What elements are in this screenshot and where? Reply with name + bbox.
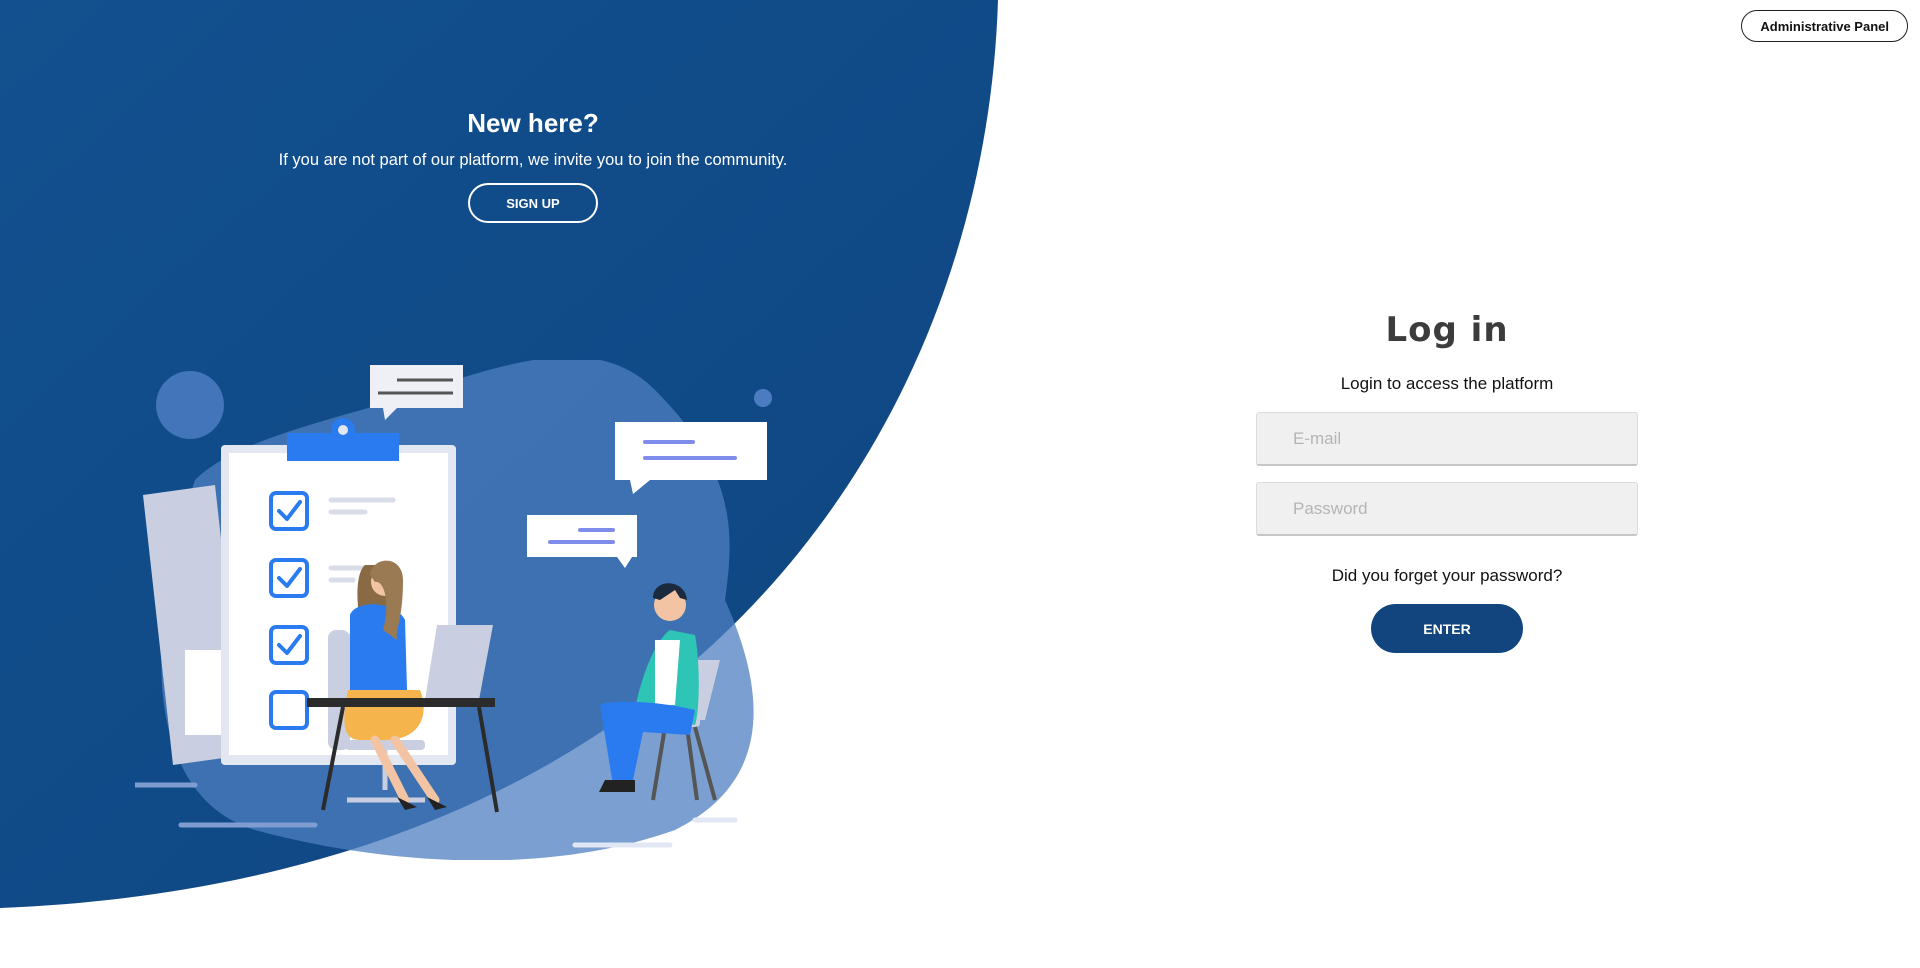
forgot-password-link[interactable]: Did you forget your password? <box>1256 564 1638 588</box>
login-page: Administrative Panel New here? If you ar… <box>0 0 1920 968</box>
new-here-section: New here? If you are not part of our pla… <box>0 105 1066 223</box>
login-form: Log in Login to access the platform Did … <box>1256 305 1638 653</box>
small-blob <box>156 371 224 439</box>
login-subtitle: Login to access the platform <box>1340 374 1554 393</box>
email-field[interactable] <box>1256 412 1638 466</box>
administrative-panel-button[interactable]: Administrative Panel <box>1741 10 1908 42</box>
password-field[interactable] <box>1256 482 1638 536</box>
new-here-title: New here? <box>467 108 599 138</box>
sign-up-button[interactable]: SIGN UP <box>468 183 598 223</box>
dot <box>754 389 772 407</box>
office-illustration <box>135 360 772 860</box>
new-here-text: If you are not part of our platform, we … <box>278 151 788 169</box>
login-title: Log in <box>1385 310 1509 350</box>
enter-button[interactable]: ENTER <box>1371 604 1523 653</box>
